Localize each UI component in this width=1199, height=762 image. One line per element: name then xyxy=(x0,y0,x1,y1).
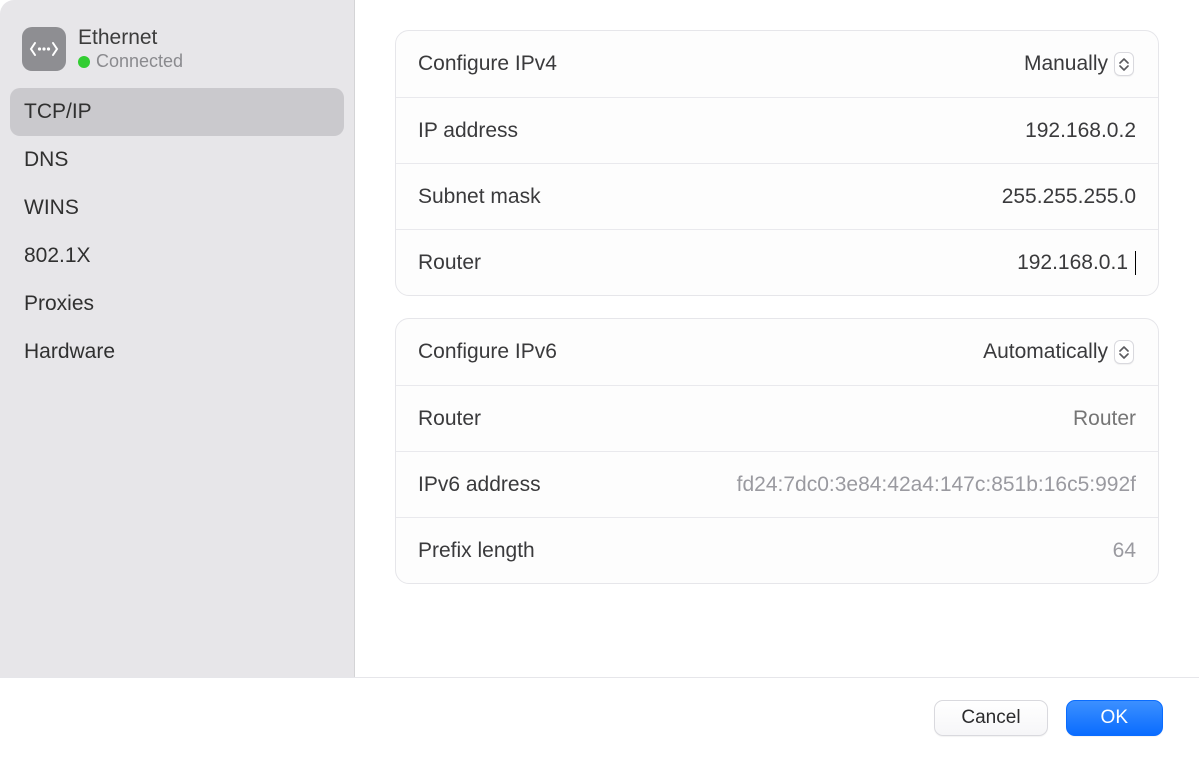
sidebar-item-tcpip[interactable]: TCP/IP xyxy=(10,88,344,136)
label-router-ipv6: Router xyxy=(418,407,481,431)
sidebar-nav: TCP/IP DNS WINS 802.1X Proxies Hardware xyxy=(10,88,344,376)
connection-status: Connected xyxy=(96,51,183,72)
row-ip-address: IP address 192.168.0.2 xyxy=(396,97,1158,163)
status-dot-icon xyxy=(78,56,90,68)
connection-status-row: Connected xyxy=(78,51,183,72)
label-configure-ipv4: Configure IPv4 xyxy=(418,52,557,76)
prefix-length-value: 64 xyxy=(1113,539,1136,563)
sidebar-item-8021x[interactable]: 802.1X xyxy=(10,232,344,280)
label-subnet-mask: Subnet mask xyxy=(418,185,541,209)
row-ipv6-address: IPv6 address fd24:7dc0:3e84:42a4:147c:85… xyxy=(396,451,1158,517)
ipv6-group: Configure IPv6 Automatically Router IPv6… xyxy=(395,318,1159,584)
ok-button[interactable]: OK xyxy=(1066,700,1163,736)
configure-ipv4-value: Manually xyxy=(1024,52,1108,76)
configure-ipv4-popup[interactable]: Manually xyxy=(1018,50,1136,78)
row-subnet-mask: Subnet mask 255.255.255.0 xyxy=(396,163,1158,229)
sidebar-item-proxies[interactable]: Proxies xyxy=(10,280,344,328)
configure-ipv6-value: Automatically xyxy=(983,340,1108,364)
connection-header: Ethernet Connected xyxy=(10,20,344,82)
label-configure-ipv6: Configure IPv6 xyxy=(418,340,557,364)
updown-chevron-icon xyxy=(1114,340,1134,364)
sidebar-item-wins[interactable]: WINS xyxy=(10,184,344,232)
ip-address-value[interactable]: 192.168.0.2 xyxy=(1025,119,1136,143)
network-settings-window: Ethernet Connected TCP/IP DNS WINS 802.1… xyxy=(0,0,1199,762)
updown-chevron-icon xyxy=(1114,52,1134,76)
row-configure-ipv6: Configure IPv6 Automatically xyxy=(396,319,1158,385)
row-router-ipv6: Router xyxy=(396,385,1158,451)
text-cursor-icon xyxy=(1135,251,1136,275)
subnet-mask-value[interactable]: 255.255.255.0 xyxy=(1002,185,1136,209)
ipv4-group: Configure IPv4 Manually IP address 192.1… xyxy=(395,30,1159,296)
connection-name: Ethernet xyxy=(78,26,183,50)
router-ipv4-value: 192.168.0.1 xyxy=(1017,251,1128,275)
sidebar-item-dns[interactable]: DNS xyxy=(10,136,344,184)
router-ipv6-input[interactable] xyxy=(776,407,1136,431)
configure-ipv6-popup[interactable]: Automatically xyxy=(977,338,1136,366)
dialog-footer: Cancel OK xyxy=(0,677,1199,762)
row-prefix-length: Prefix length 64 xyxy=(396,517,1158,583)
label-prefix-length: Prefix length xyxy=(418,539,535,563)
connection-info: Ethernet Connected xyxy=(78,26,183,72)
window-body: Ethernet Connected TCP/IP DNS WINS 802.1… xyxy=(0,0,1199,677)
main-content: Configure IPv4 Manually IP address 192.1… xyxy=(355,0,1199,677)
row-router-ipv4: Router 192.168.0.1 xyxy=(396,229,1158,295)
label-ip-address: IP address xyxy=(418,119,518,143)
row-configure-ipv4: Configure IPv4 Manually xyxy=(396,31,1158,97)
label-router-ipv4: Router xyxy=(418,251,481,275)
sidebar: Ethernet Connected TCP/IP DNS WINS 802.1… xyxy=(0,0,355,677)
label-ipv6-address: IPv6 address xyxy=(418,473,541,497)
sidebar-item-hardware[interactable]: Hardware xyxy=(10,328,344,376)
cancel-button[interactable]: Cancel xyxy=(934,700,1047,736)
ethernet-icon xyxy=(22,27,66,71)
ipv6-address-value: fd24:7dc0:3e84:42a4:147c:851b:16c5:992f xyxy=(737,473,1136,497)
router-ipv4-field[interactable]: 192.168.0.1 xyxy=(1017,251,1136,275)
